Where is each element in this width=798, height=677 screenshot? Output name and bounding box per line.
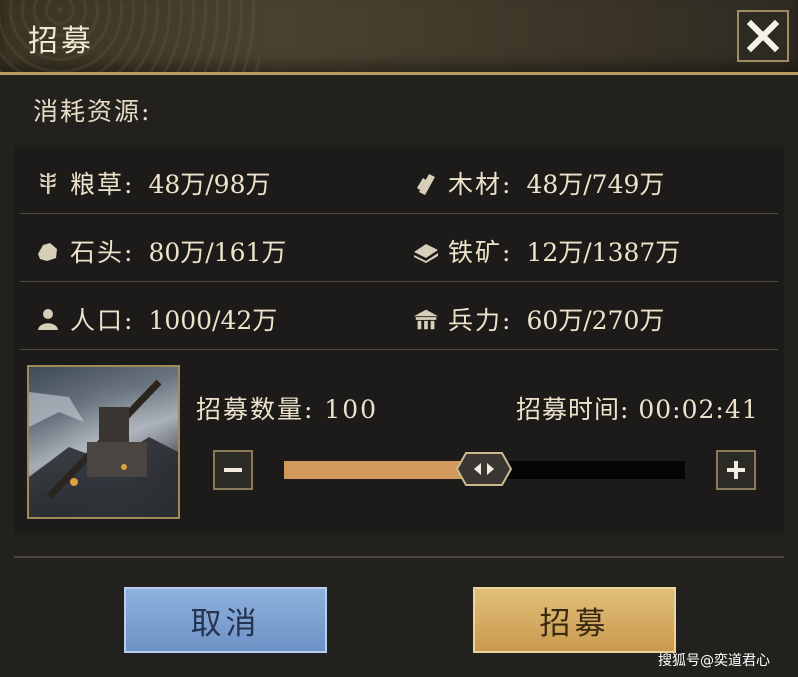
watermark-text: 搜狐号@奕道君心 xyxy=(658,653,770,669)
decrease-button[interactable] xyxy=(213,450,253,490)
row-divider xyxy=(20,281,778,282)
population-icon xyxy=(34,305,62,333)
grain-icon xyxy=(34,169,62,197)
resource-wood: 木材: 48万/749万 xyxy=(412,165,664,201)
slider-handle[interactable] xyxy=(455,451,513,487)
footer-divider xyxy=(14,556,784,558)
resource-troops: 兵力: 60万/270万 xyxy=(412,301,664,337)
resource-population: 人口: 1000/42万 xyxy=(34,301,277,337)
resource-value: 48万/98万 xyxy=(148,170,271,199)
resource-label: 人口: xyxy=(70,306,135,335)
quantity-slider[interactable] xyxy=(284,452,685,486)
troops-icon xyxy=(412,305,440,333)
recruit-time: 招募时间: 00:02:41 xyxy=(516,395,759,424)
resource-label: 石头: xyxy=(70,238,135,267)
resource-value: 48万/749万 xyxy=(526,170,665,199)
recruit-quantity: 招募数量: 100 xyxy=(196,395,379,424)
stone-icon xyxy=(34,237,62,265)
close-icon xyxy=(746,19,780,53)
resource-label: 铁矿: xyxy=(448,238,513,267)
resource-grain: 粮草: 48万/98万 xyxy=(34,165,270,201)
cost-section-label: 消耗资源: xyxy=(33,97,152,126)
plus-icon xyxy=(727,461,745,479)
resource-label: 粮草: xyxy=(70,170,135,199)
increase-button[interactable] xyxy=(716,450,756,490)
resource-label: 木材: xyxy=(448,170,513,199)
resource-value: 12万/1387万 xyxy=(526,238,681,267)
wood-icon xyxy=(412,169,440,197)
cancel-button[interactable]: 取消 xyxy=(124,587,327,653)
row-divider xyxy=(20,349,778,350)
slider-fill xyxy=(284,461,480,479)
resource-iron: 铁矿: 12万/1387万 xyxy=(412,233,680,269)
resource-value: 80万/161万 xyxy=(148,238,287,267)
resource-value: 60万/270万 xyxy=(526,306,665,335)
minus-icon xyxy=(224,468,242,472)
resource-stone: 石头: 80万/161万 xyxy=(34,233,286,269)
dialog-header: 招募 xyxy=(0,0,798,75)
close-button[interactable] xyxy=(737,10,789,62)
resource-value: 1000/42万 xyxy=(148,306,278,335)
dialog-title: 招募 xyxy=(28,24,94,59)
unit-portrait xyxy=(27,365,180,519)
row-divider xyxy=(20,213,778,214)
resource-label: 兵力: xyxy=(448,306,513,335)
recruit-button[interactable]: 招募 xyxy=(473,587,676,653)
iron-ore-icon xyxy=(412,237,440,265)
